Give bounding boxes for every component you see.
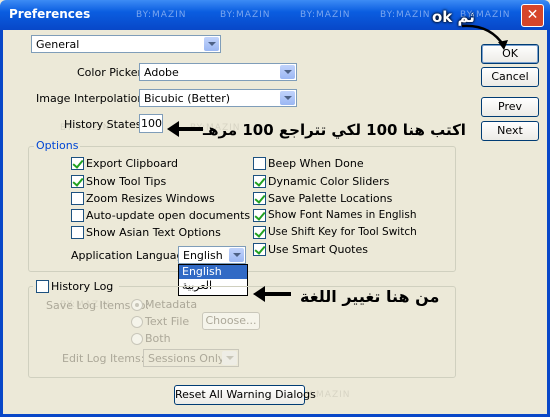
- cancel-button[interactable]: Cancel: [481, 67, 539, 87]
- category-value: General: [36, 38, 80, 51]
- chevron-down-icon[interactable]: [229, 248, 244, 262]
- zoom-resizes-windows-checkbox[interactable]: [71, 192, 84, 205]
- next-button[interactable]: Next: [481, 121, 539, 141]
- checkbox-label: Zoom Resizes Windows: [86, 192, 215, 205]
- window-title: Preferences: [9, 7, 91, 21]
- watermark: BY:MAZIN: [300, 10, 351, 20]
- checkbox-label: Show Asian Text Options: [86, 226, 221, 239]
- chevron-down-icon[interactable]: [280, 91, 295, 105]
- radio-label: Text File: [145, 315, 190, 328]
- history-states-input[interactable]: 100: [139, 114, 163, 133]
- both-radio[interactable]: [131, 333, 143, 345]
- radio-label: Metadata: [145, 298, 198, 311]
- chevron-down-icon[interactable]: [222, 351, 237, 365]
- shift-key-tool-switch-checkbox[interactable]: [253, 226, 266, 239]
- checkbox-label: Beep When Done: [268, 157, 364, 170]
- checkbox-label: Dynamic Color Sliders: [268, 175, 390, 188]
- checkbox-label: Show Font Names in English: [268, 209, 417, 221]
- metadata-radio[interactable]: [131, 299, 143, 311]
- arrow-left-icon: [253, 286, 291, 302]
- beep-when-done-checkbox[interactable]: [253, 157, 266, 170]
- radio-label: Both: [145, 332, 171, 345]
- edit-log-items-label: Edit Log Items:: [62, 352, 145, 365]
- text-file-radio[interactable]: [131, 316, 143, 328]
- color-picker-select[interactable]: Adobe: [139, 63, 297, 81]
- color-picker-value: Adobe: [144, 66, 179, 79]
- reset-warning-dialogs-button[interactable]: Reset All Warning Dialogs: [174, 385, 316, 405]
- arrow-left-icon: [167, 121, 203, 137]
- checkbox-label: Use Smart Quotes: [268, 243, 368, 256]
- preferences-category-select[interactable]: General: [31, 35, 221, 53]
- app-language-value: English: [183, 249, 223, 262]
- edit-log-items-select[interactable]: Sessions Only: [143, 349, 239, 367]
- app-language-label: Application Language:: [71, 249, 194, 262]
- edit-log-items-value: Sessions Only: [148, 352, 225, 365]
- options-legend: Options: [34, 139, 81, 152]
- watermark: BY:MAZIN: [380, 10, 431, 20]
- interpolation-value: Bicubic (Better): [144, 92, 231, 105]
- color-picker-label: Color Picker:: [77, 66, 146, 79]
- history-log-checkbox[interactable]: [36, 280, 49, 293]
- language-annotation: من هنا تغيير اللغة: [300, 287, 440, 306]
- checkbox-label: Use Shift Key for Tool Switch: [268, 226, 417, 238]
- chevron-down-icon[interactable]: [280, 65, 295, 79]
- history-states-label: History States:: [64, 118, 146, 131]
- history-log-label: History Log: [51, 280, 114, 293]
- history-annotation: اكتب هنا 100 لكي تتراجع 100 مرهـ: [203, 121, 466, 139]
- chevron-down-icon[interactable]: [204, 37, 219, 51]
- arrow-to-ok-icon: [461, 24, 508, 50]
- checkbox-label: Show Tool Tips: [86, 175, 167, 188]
- checkbox-label: Auto-update open documents: [86, 209, 251, 222]
- dynamic-color-sliders-checkbox[interactable]: [253, 175, 266, 188]
- choose-button[interactable]: Choose...: [202, 312, 260, 330]
- show-tool-tips-checkbox[interactable]: [71, 175, 84, 188]
- save-palette-locations-checkbox[interactable]: [253, 192, 266, 205]
- interpolation-select[interactable]: Bicubic (Better): [139, 89, 297, 107]
- app-language-select[interactable]: English: [178, 246, 246, 264]
- font-names-english-checkbox[interactable]: [253, 209, 266, 222]
- close-icon[interactable]: ✕: [521, 4, 544, 27]
- watermark: BY:MAZIN: [220, 10, 271, 20]
- show-asian-text-checkbox[interactable]: [71, 226, 84, 239]
- export-clipboard-checkbox[interactable]: [71, 157, 84, 170]
- watermark: BY:MAZIN: [136, 10, 187, 20]
- language-option-english[interactable]: English: [179, 265, 247, 279]
- smart-quotes-checkbox[interactable]: [253, 243, 266, 256]
- prev-button[interactable]: Prev: [481, 97, 539, 117]
- auto-update-documents-checkbox[interactable]: [71, 209, 84, 222]
- checkbox-label: Save Palette Locations: [268, 192, 393, 205]
- checkbox-label: Export Clipboard: [86, 157, 179, 170]
- interpolation-label: Image Interpolation:: [36, 92, 149, 105]
